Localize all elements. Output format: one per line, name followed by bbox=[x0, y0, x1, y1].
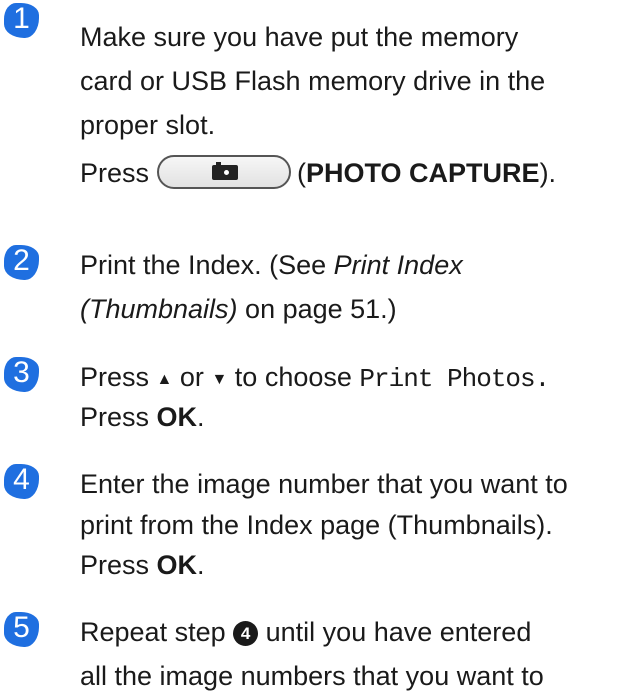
step-4-line-1: Enter the image number that you want to bbox=[80, 469, 568, 499]
photo-capture-label: PHOTO CAPTURE bbox=[306, 158, 540, 188]
step-3-line-2: Press OK. bbox=[80, 398, 205, 436]
camera-icon bbox=[212, 162, 239, 180]
down-arrow-icon: ▼ bbox=[211, 371, 228, 388]
step-2-text: Print the Index. (See bbox=[80, 250, 334, 280]
press-text: Press bbox=[80, 362, 150, 392]
or-text: or bbox=[179, 362, 204, 392]
step-2-line-2: (Thumbnails) on page 51.) bbox=[80, 290, 397, 328]
step-4-line-2: print from the Index page (Thumbnails). bbox=[80, 510, 553, 540]
menu-item-print-photos: Print Photos. bbox=[359, 364, 550, 394]
print-index-ref: Print Index bbox=[333, 250, 463, 280]
up-arrow-icon: ▲ bbox=[156, 371, 173, 388]
ok-key: OK bbox=[156, 402, 198, 432]
step-2-line-1: Print the Index. (See Print Index bbox=[80, 246, 463, 284]
repeat-text: Repeat step bbox=[80, 617, 226, 647]
step-number: 1 bbox=[13, 2, 30, 35]
press-text: Press bbox=[80, 158, 150, 188]
paren-close: ). bbox=[539, 158, 557, 188]
thumbnails-ref: (Thumbnails) bbox=[80, 294, 238, 324]
step-number: 3 bbox=[13, 356, 30, 389]
step-5-line-1: Repeat step 4 until you have entered bbox=[80, 613, 531, 651]
step-4-line-3: Press OK. bbox=[80, 546, 205, 584]
step-3-line-1: Press ▲ or ▼ to choose Print Photos. bbox=[80, 358, 550, 399]
to-choose-text: to choose bbox=[234, 362, 352, 392]
until-text: until you have entered bbox=[265, 617, 532, 647]
step-1-line-2: card or USB Flash memory drive in the bbox=[80, 66, 546, 96]
paren-open: ( bbox=[297, 158, 307, 188]
press-text: Press bbox=[80, 402, 150, 432]
step-1-line-3: proper slot. bbox=[80, 110, 216, 140]
step-2-badge: 2 bbox=[4, 244, 39, 280]
step-number: 5 bbox=[13, 611, 30, 644]
period: . bbox=[197, 402, 205, 432]
step-number: 2 bbox=[13, 244, 30, 277]
ok-key: OK bbox=[156, 550, 198, 580]
step-1-press-line: Press (PHOTO CAPTURE). bbox=[80, 154, 556, 192]
page-ref-text: on page 51.) bbox=[237, 294, 397, 324]
period: . bbox=[197, 550, 205, 580]
step-3-badge: 3 bbox=[4, 356, 39, 392]
press-text: Press bbox=[80, 550, 150, 580]
step-number: 4 bbox=[13, 463, 30, 496]
step-1-line-1: Make sure you have put the memory bbox=[80, 22, 519, 52]
step-4-badge: 4 bbox=[4, 463, 39, 499]
step-ref-badge: 4 bbox=[233, 621, 259, 646]
photo-capture-button[interactable] bbox=[157, 155, 292, 189]
step-5-badge: 5 bbox=[4, 611, 39, 647]
step-1-badge: 1 bbox=[4, 2, 39, 38]
